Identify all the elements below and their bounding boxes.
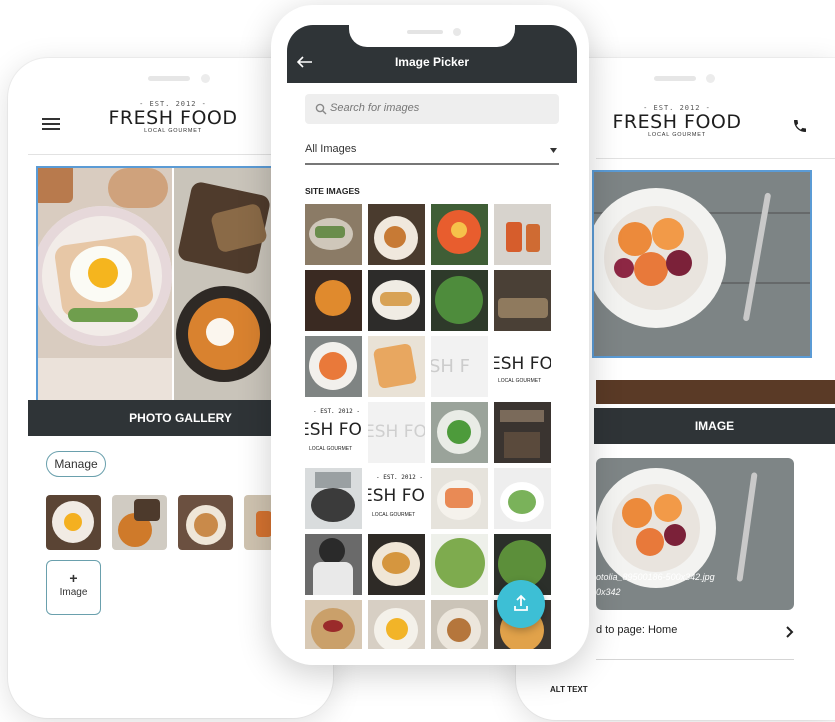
link-to-page-row[interactable]: d to page: Home: [596, 618, 796, 646]
picker-header: Image Picker: [287, 23, 577, 83]
add-image-label: Image: [59, 587, 88, 598]
image-tile[interactable]: [305, 534, 362, 595]
brand-name: FRESH FOOD: [108, 107, 238, 129]
image-tile[interactable]: [431, 468, 488, 529]
upload-icon: [514, 594, 528, 611]
phone-button[interactable]: [792, 118, 810, 136]
gallery-thumb[interactable]: [112, 495, 167, 550]
image-tile[interactable]: [431, 402, 488, 463]
image-tile[interactable]: ESH FO LOCAL GOURMET: [494, 336, 551, 397]
filter-selected: All Images: [305, 143, 357, 155]
gallery-thumb[interactable]: [178, 495, 233, 550]
tile-brand-sub: LOCAL GOURMET: [498, 378, 542, 384]
hamburger-menu-icon: [42, 118, 60, 132]
add-plus: +: [69, 570, 78, 586]
image-tile[interactable]: [431, 270, 488, 331]
tile-brand-text-2: ESH FO: [368, 486, 425, 506]
site-images-label: SITE IMAGES: [305, 186, 360, 196]
image-tile[interactable]: - EST. 2012 - ESH FO LOCAL GOURMET: [368, 468, 425, 529]
image-card[interactable]: otolia_89500186-500x342.jpg 0x342: [596, 458, 794, 610]
search-placeholder: Search for images: [330, 102, 420, 114]
image-tile[interactable]: [305, 204, 362, 265]
image-tile[interactable]: - EST. 2012 - ESH FO LOCAL GOURMET: [305, 402, 362, 463]
speaker: [148, 76, 190, 81]
speaker: [654, 76, 696, 81]
center-phone: Image Picker Search for images All Image…: [271, 5, 589, 665]
image-tile[interactable]: [494, 270, 551, 331]
image-tile[interactable]: [494, 204, 551, 265]
notch: [349, 23, 515, 47]
image-tile[interactable]: [368, 336, 425, 397]
image-tile[interactable]: SH F: [431, 336, 488, 397]
image-tile[interactable]: [305, 600, 362, 649]
camera: [201, 74, 210, 83]
row-divider: [596, 659, 794, 660]
image-tile[interactable]: [494, 468, 551, 529]
section-title-bar: IMAGE: [594, 408, 835, 444]
add-image-button[interactable]: + Image: [46, 560, 101, 615]
manage-button[interactable]: Manage: [46, 451, 106, 477]
image-tile[interactable]: [431, 534, 488, 595]
image-tile[interactable]: [431, 600, 488, 649]
picker-title: Image Picker: [394, 55, 470, 69]
image-tile[interactable]: [368, 600, 425, 649]
phone-icon: [794, 120, 806, 132]
gallery-thumb[interactable]: [46, 495, 101, 550]
image-tile[interactable]: ESH FO: [368, 402, 425, 463]
chevron-right-icon: [786, 626, 794, 638]
brand-name: FRESH FOOD: [612, 111, 742, 133]
image-tile[interactable]: [305, 270, 362, 331]
tile-brand-text: ESH FO: [494, 354, 551, 374]
hero-image-1: [38, 168, 172, 400]
image-filename: otolia_89500186-500x342.jpg: [596, 572, 715, 582]
link-label: d to page: Home: [596, 624, 678, 636]
camera: [706, 74, 715, 83]
image-tile[interactable]: [305, 336, 362, 397]
image-dimensions: 0x342: [596, 587, 621, 597]
image-tile[interactable]: [305, 468, 362, 529]
filter-select[interactable]: All Images: [305, 139, 559, 165]
dark-band: [596, 380, 835, 404]
tile-brand-est: - EST. 2012 -: [313, 408, 360, 415]
search-input[interactable]: Search for images: [305, 94, 559, 124]
brand-logo: - EST. 2012 - FRESH FOOD LOCAL GOURMET: [612, 104, 742, 138]
caret-down-icon: [550, 148, 557, 153]
brand-logo: - EST. 2012 - FRESH FOOD LOCAL GOURMET: [108, 100, 238, 134]
menu-button[interactable]: [42, 118, 60, 132]
image-tile[interactable]: [494, 402, 551, 463]
manage-label: Manage: [54, 457, 98, 471]
header-divider: [596, 158, 835, 159]
section-title: PHOTO GALLERY: [129, 411, 232, 425]
image-tile[interactable]: [368, 204, 425, 265]
search-icon: [315, 103, 327, 115]
image-tile[interactable]: [431, 204, 488, 265]
image-preview[interactable]: [592, 170, 812, 358]
image-tile[interactable]: [368, 270, 425, 331]
image-tile[interactable]: [368, 534, 425, 595]
gallery-thumb[interactable]: [244, 495, 274, 550]
alt-text-label: ALT TEXT: [550, 685, 588, 694]
section-title: IMAGE: [694, 419, 735, 433]
upload-button[interactable]: [497, 580, 545, 628]
